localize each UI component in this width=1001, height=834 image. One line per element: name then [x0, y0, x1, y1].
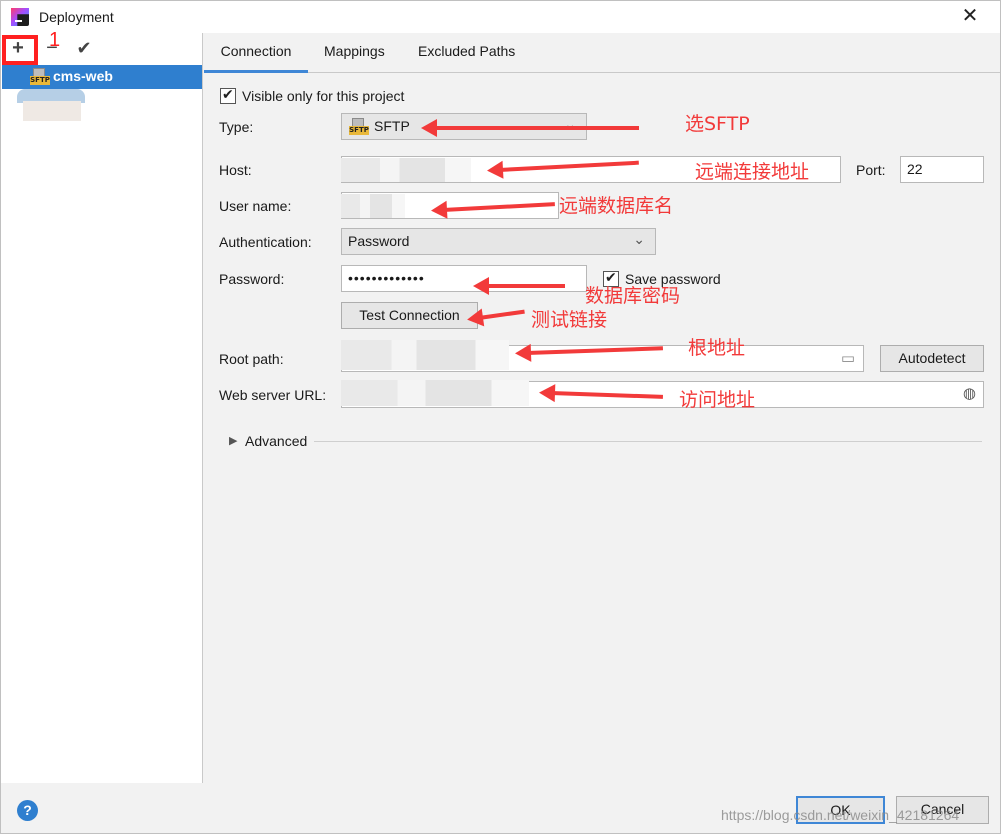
check-icon[interactable]: ✔	[73, 37, 95, 59]
redacted-username	[341, 194, 405, 218]
annotation-arrow	[473, 277, 565, 295]
sftp-icon: SFTP	[30, 68, 50, 86]
autodetect-button[interactable]: Autodetect	[880, 345, 984, 372]
redacted-web-server-url	[341, 380, 529, 406]
annotation-arrow	[421, 119, 639, 137]
username-label: User name:	[219, 198, 292, 214]
intellij-logo-icon	[11, 8, 29, 26]
authentication-value: Password	[348, 233, 410, 249]
server-item-cms-web[interactable]: SFTP cms-web	[2, 65, 202, 89]
deployment-dialog: Deployment ✕ + − ✔ 1 SFTP cms-web Connec…	[0, 0, 1001, 834]
window-title: Deployment	[39, 9, 114, 25]
server-list-panel: + − ✔ 1 SFTP cms-web	[1, 29, 203, 783]
annotation-arrow	[478, 309, 525, 320]
annotation-root: 根地址	[688, 337, 746, 359]
annotation-highlight-box	[2, 35, 38, 65]
annotation-host: 远端连接地址	[695, 161, 810, 183]
authentication-label: Authentication:	[219, 234, 312, 250]
redacted-root-path	[341, 340, 509, 370]
web-server-url-label: Web server URL:	[219, 387, 327, 403]
server-item-label: cms-web	[53, 68, 113, 84]
type-label: Type:	[219, 119, 254, 135]
blurred-item	[17, 89, 85, 123]
host-label: Host:	[219, 162, 252, 178]
chevron-down-icon: ⌄	[633, 231, 645, 247]
globe-icon[interactable]: ◍	[963, 384, 976, 402]
folder-icon[interactable]: ▭	[841, 349, 855, 367]
annotation-url: 访问地址	[679, 389, 756, 411]
visible-only-checkbox[interactable]	[220, 86, 236, 104]
authentication-select[interactable]: Password ⌄	[341, 228, 656, 255]
watermark: https://blog.csdn.net/weixin_42181264	[721, 807, 960, 823]
annotation-username: 远端数据库名	[559, 195, 674, 217]
annotation-number: 1	[49, 29, 61, 51]
port-input[interactable]: 22	[900, 156, 984, 183]
password-label: Password:	[219, 271, 285, 287]
tab-mappings[interactable]: Mappings	[324, 33, 385, 73]
close-icon[interactable]: ✕	[960, 6, 980, 26]
annotation-password: 数据库密码	[585, 285, 681, 307]
tab-excluded-paths[interactable]: Excluded Paths	[418, 33, 515, 73]
divider	[314, 441, 982, 442]
root-path-label: Root path:	[219, 351, 284, 367]
annotation-type: 选SFTP	[685, 113, 750, 135]
chevron-down-icon: ⌄	[564, 116, 576, 132]
sftp-icon: SFTP	[349, 118, 369, 136]
annotation-test: 测试链接	[531, 309, 608, 331]
type-value: SFTP	[374, 118, 410, 134]
visible-only-label: Visible only for this project	[242, 88, 405, 104]
chevron-right-icon: ▶	[229, 435, 238, 447]
port-label: Port:	[856, 162, 886, 178]
tab-bar: Connection Mappings Excluded Paths	[204, 33, 1000, 73]
help-icon[interactable]: ?	[17, 800, 38, 821]
advanced-label: Advanced	[245, 433, 308, 449]
redacted-host	[341, 158, 471, 182]
title-bar: Deployment ✕	[1, 1, 1000, 33]
test-connection-button[interactable]: Test Connection	[341, 302, 478, 329]
tab-connection[interactable]: Connection	[204, 33, 308, 73]
